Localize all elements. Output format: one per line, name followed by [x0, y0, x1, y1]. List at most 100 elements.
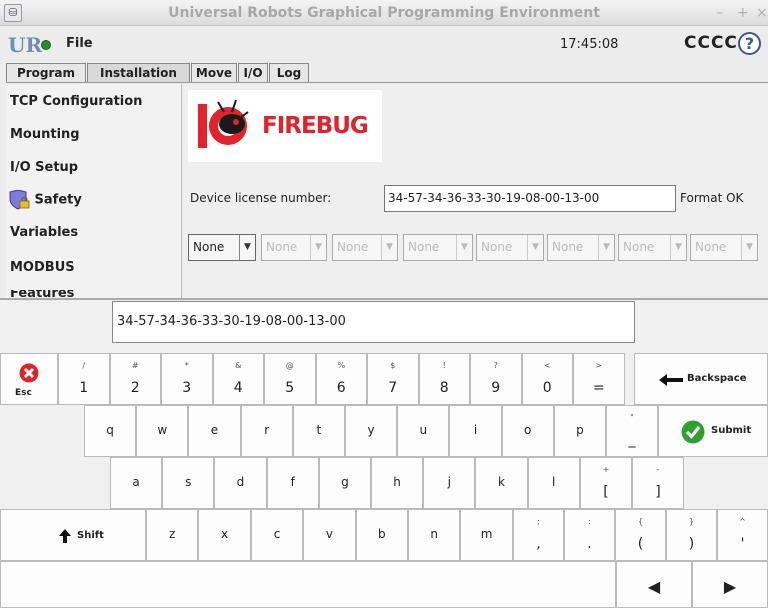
key-e[interactable]: e	[188, 405, 241, 457]
key-u[interactable]: u	[397, 405, 450, 457]
key-digit-4[interactable]: & 4	[212, 353, 264, 405]
maximize-icon[interactable]: +	[737, 0, 749, 26]
key-digit-3[interactable]: * 3	[161, 353, 213, 405]
license-combo-1[interactable]: None ▼	[188, 234, 256, 261]
key-digit-8[interactable]: ! 8	[418, 353, 470, 405]
key-equals[interactable]: > =	[573, 353, 625, 405]
key-digit-0[interactable]: <0	[521, 353, 573, 405]
key-label: f	[290, 475, 295, 489]
tab-move[interactable]: Move	[191, 63, 237, 83]
key-label: i	[473, 423, 478, 437]
close-icon[interactable]: ×	[756, 0, 768, 26]
key-s[interactable]: s	[162, 457, 215, 509]
key-d[interactable]: d	[214, 457, 267, 509]
license-combo-6[interactable]: None ▼	[547, 234, 615, 261]
sidebar-item-tcp[interactable]: TCP Configuration	[10, 94, 142, 109]
right-arrow-key[interactable]: ▶	[692, 561, 768, 608]
firebug-brand-text: FIREBUG	[262, 113, 369, 139]
key-t[interactable]: t	[292, 405, 345, 457]
esc-key[interactable]: Esc	[0, 353, 58, 405]
key-period[interactable]: :.	[564, 509, 615, 561]
key-r[interactable]: r	[240, 405, 293, 457]
key-b[interactable]: b	[355, 509, 408, 561]
key-f[interactable]: f	[266, 457, 319, 509]
space-key[interactable]	[0, 561, 616, 608]
tab-program[interactable]: Program	[6, 63, 86, 83]
sidebar-item-mounting[interactable]: Mounting	[10, 127, 80, 142]
license-combo-5[interactable]: None ▼	[476, 234, 544, 261]
key-c[interactable]: c	[250, 509, 304, 561]
key-digit-9[interactable]: ? 9	[470, 353, 522, 405]
key-apostrophe[interactable]: ^ '	[717, 509, 768, 561]
key-comma[interactable]: ;,	[513, 509, 564, 561]
key-l[interactable]: l	[527, 457, 580, 509]
key-o[interactable]: o	[501, 405, 554, 457]
key-label: q	[106, 423, 114, 437]
key-open-bracket[interactable]: +[	[580, 457, 632, 509]
left-arrow-key[interactable]: ◀	[616, 561, 692, 608]
license-combo-8[interactable]: None ▼	[690, 234, 758, 261]
tab-io[interactable]: I/O	[238, 63, 268, 83]
key-x[interactable]: x	[198, 509, 251, 561]
key-n[interactable]: n	[408, 509, 461, 561]
key-digit-5[interactable]: @5	[264, 353, 316, 405]
key-label: 5	[285, 380, 295, 396]
tab-installation[interactable]: Installation	[87, 63, 190, 83]
key-underscore[interactable]: " _	[606, 405, 658, 457]
key-j[interactable]: j	[423, 457, 476, 509]
key-label: 9	[491, 380, 501, 396]
sidebar-item-modbus[interactable]: MODBUS	[10, 260, 75, 275]
key-label: y	[367, 423, 375, 437]
key-k[interactable]: k	[475, 457, 528, 509]
help-icon[interactable]: ?	[738, 32, 761, 55]
key-label: 1	[79, 380, 89, 396]
key-label: '	[740, 536, 745, 552]
checkmark-circle-icon	[681, 420, 705, 444]
key-close-paren[interactable]: })	[666, 509, 717, 561]
key-p[interactable]: p	[553, 405, 606, 457]
sidebar-item-safety[interactable]: Safety	[8, 189, 82, 210]
key-label: 8	[439, 380, 449, 396]
key-m[interactable]: m	[460, 509, 513, 561]
license-combo-2[interactable]: None ▼	[261, 234, 327, 261]
key-y[interactable]: y	[345, 405, 398, 457]
firebug-logo: FIREBUG	[188, 90, 382, 162]
backspace-key[interactable]: Backspace	[634, 353, 768, 405]
key-digit-1[interactable]: /1	[58, 353, 110, 405]
key-h[interactable]: h	[371, 457, 424, 509]
license-combo-3[interactable]: None ▼	[332, 234, 398, 261]
key-open-paren[interactable]: {(	[615, 509, 666, 561]
key-label: d	[236, 475, 245, 489]
shift-key[interactable]: Shift	[0, 509, 146, 561]
key-z[interactable]: z	[146, 509, 199, 561]
chevron-down-icon: ▼	[527, 235, 543, 260]
key-digit-7[interactable]: $7	[367, 353, 419, 405]
key-v[interactable]: v	[303, 509, 356, 561]
sidebar-item-io-setup[interactable]: I/O Setup	[10, 160, 78, 175]
license-combo-4[interactable]: None ▼	[403, 234, 473, 261]
submit-key[interactable]: Submit	[658, 405, 768, 457]
key-digit-6[interactable]: % 6	[315, 353, 367, 405]
key-label: v	[325, 527, 333, 541]
key-g[interactable]: g	[318, 457, 371, 509]
sidebar-item-features[interactable]: Features	[10, 290, 74, 298]
chevron-down-icon: ▼	[741, 235, 757, 260]
license-field[interactable]: 34-57-34-36-33-30-19-08-00-13-00	[384, 185, 676, 212]
key-q[interactable]: q	[84, 405, 137, 457]
window-titlebar: ⛁ Universal Robots Graphical Programming…	[0, 0, 768, 26]
license-combo-7[interactable]: None ▼	[618, 234, 687, 261]
key-secondary-label: ?	[493, 361, 498, 370]
key-label: l	[552, 475, 556, 489]
tab-log[interactable]: Log	[269, 63, 309, 83]
key-i[interactable]: i	[449, 405, 502, 457]
robot-status-icon[interactable]	[41, 40, 51, 50]
key-secondary-label: ;	[537, 517, 540, 526]
file-menu[interactable]: File	[66, 36, 93, 51]
key-digit-2[interactable]: #2	[109, 353, 161, 405]
keyboard-input-field[interactable]: 34-57-34-36-33-30-19-08-00-13-00	[112, 301, 635, 343]
key-close-bracket[interactable]: -]	[632, 457, 684, 509]
key-a[interactable]: a	[110, 457, 163, 509]
sidebar-item-variables[interactable]: Variables	[10, 225, 78, 240]
minimize-icon[interactable]: –	[716, 0, 723, 26]
key-w[interactable]: w	[136, 405, 189, 457]
